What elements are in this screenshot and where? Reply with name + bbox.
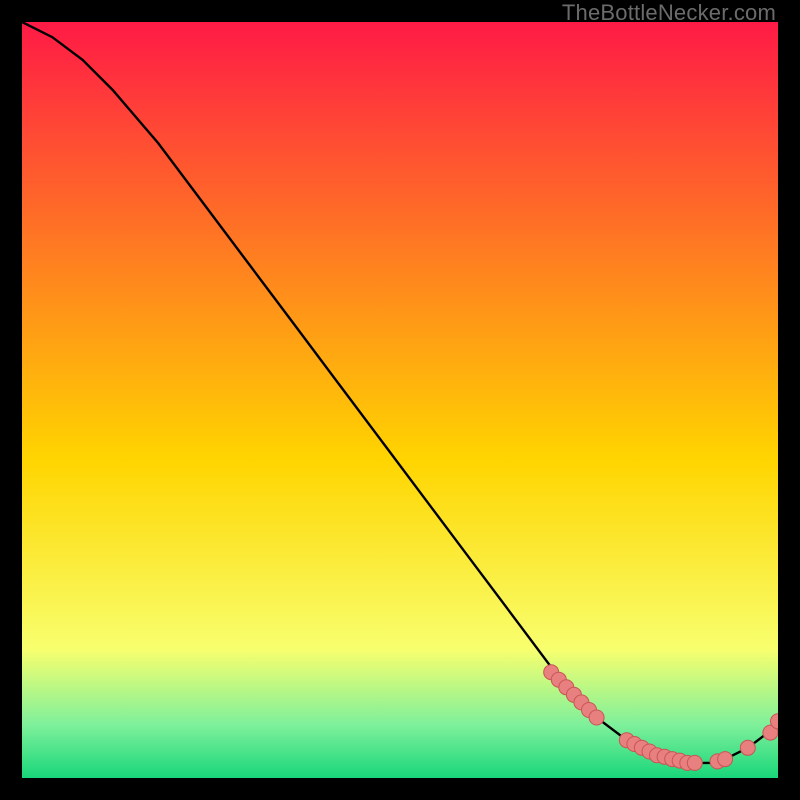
data-marker	[687, 755, 702, 770]
chart-frame	[22, 22, 778, 778]
bottleneck-chart	[22, 22, 778, 778]
data-marker	[718, 752, 733, 767]
gradient-background	[22, 22, 778, 778]
data-marker	[740, 740, 755, 755]
data-marker	[589, 710, 604, 725]
